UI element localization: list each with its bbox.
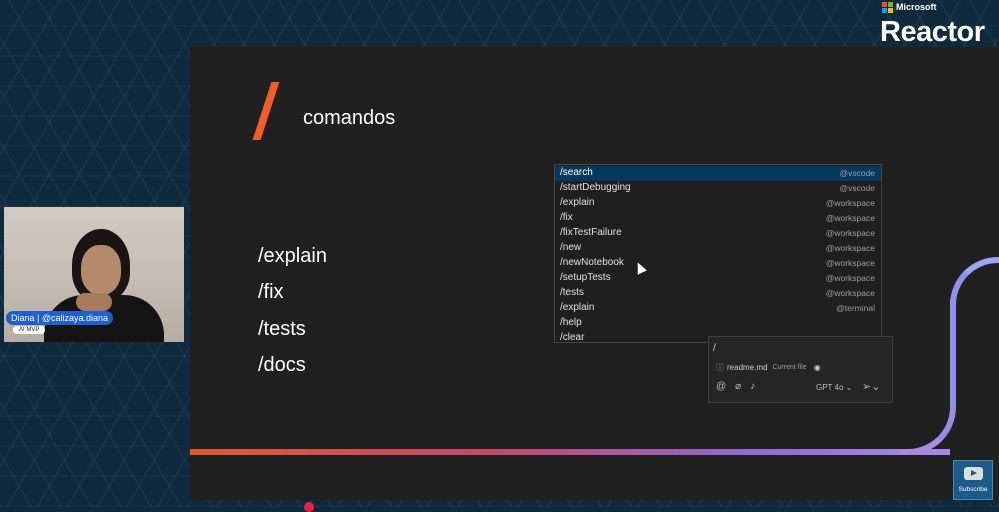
slide-command-docs: /docs [258,354,306,376]
speaker-face [81,245,121,295]
slide-command-explain: /explain [258,245,327,267]
slide-command-tests: /tests [258,318,306,340]
eye-icon[interactable]: ◉ [814,363,821,372]
command-option[interactable]: /explain @workspace [555,196,881,211]
command-name: /setupTests [560,272,611,283]
speaker-name-tag: Diana | @calizaya.diana [6,311,114,325]
chat-toolbar: @ ⌀ ♪ [716,381,755,392]
command-source: @vscode [839,168,875,178]
command-name: /search [560,167,593,178]
command-name: /help [560,317,582,328]
speaker-hand [76,293,112,311]
command-option[interactable]: /setupTests @workspace [555,271,881,286]
command-option[interactable]: /fixTestFailure @workspace [555,226,881,241]
command-source: @workspace [825,213,875,223]
command-source: @vscode [839,183,875,193]
microsoft-label: Microsoft [896,2,937,12]
microsoft-grid-icon [882,2,893,13]
slash-command-dropdown: /search @vscode /startDebugging @vscode … [554,164,882,343]
command-name: /fix [560,212,573,223]
command-option[interactable]: /new @workspace [555,241,881,256]
microsoft-logo: Microsoft [882,2,937,13]
model-selector[interactable]: GPT 4o ⌄ [816,383,852,392]
subscribe-label: Subscribe [958,486,988,493]
send-icon[interactable]: ➢⌄ [862,380,880,393]
chat-input[interactable]: / [713,343,716,354]
command-option[interactable]: /help [555,316,881,331]
command-option[interactable]: /fix @workspace [555,211,881,226]
command-source: @workspace [825,288,875,298]
chevron-down-icon: ⌄ [845,383,853,392]
microphone-icon[interactable]: ♪ [750,381,755,392]
model-name: GPT 4o [816,383,844,392]
speaker-role-badge: AI MVP [13,326,46,334]
command-name: /fixTestFailure [560,227,622,238]
command-name: /new [560,242,582,253]
command-option[interactable]: /tests @workspace [555,286,881,301]
command-source: @workspace [825,198,875,208]
accent-gradient-line [190,449,950,455]
command-name: /explain [560,302,595,313]
command-name: /explain [560,197,595,208]
command-option[interactable]: /search @vscode [555,166,881,181]
command-name: /tests [560,287,584,298]
command-option[interactable]: /explain @terminal [555,301,881,316]
command-source: @workspace [825,258,875,268]
command-source: @workspace [825,273,875,283]
info-icon: ⓘ [716,363,724,372]
command-source: @workspace [825,228,875,238]
youtube-play-icon [964,467,983,480]
command-name: /startDebugging [560,182,631,193]
slide-title: comandos [303,107,396,129]
command-name: /clear [560,332,585,343]
accent-curve-vertical [950,300,956,410]
attach-icon[interactable]: ⌀ [735,381,741,392]
command-source: @workspace [825,243,875,253]
command-source: @terminal [836,303,875,313]
command-name: /newNotebook [560,257,624,268]
slide-command-fix: /fix [258,281,284,303]
command-option[interactable]: /startDebugging @vscode [555,181,881,196]
mention-icon[interactable]: @ [716,381,726,392]
reactor-logo: Reactor [880,16,985,48]
youtube-subscribe-button[interactable]: Subscribe [953,460,993,500]
progress-dot [304,502,314,512]
file-name: readme.md [727,363,768,372]
file-chip-label: Current file [772,364,807,371]
current-file-chip[interactable]: ⓘ readme.md Current file ◉ [716,362,821,373]
command-option[interactable]: /newNotebook @workspace [555,256,881,271]
